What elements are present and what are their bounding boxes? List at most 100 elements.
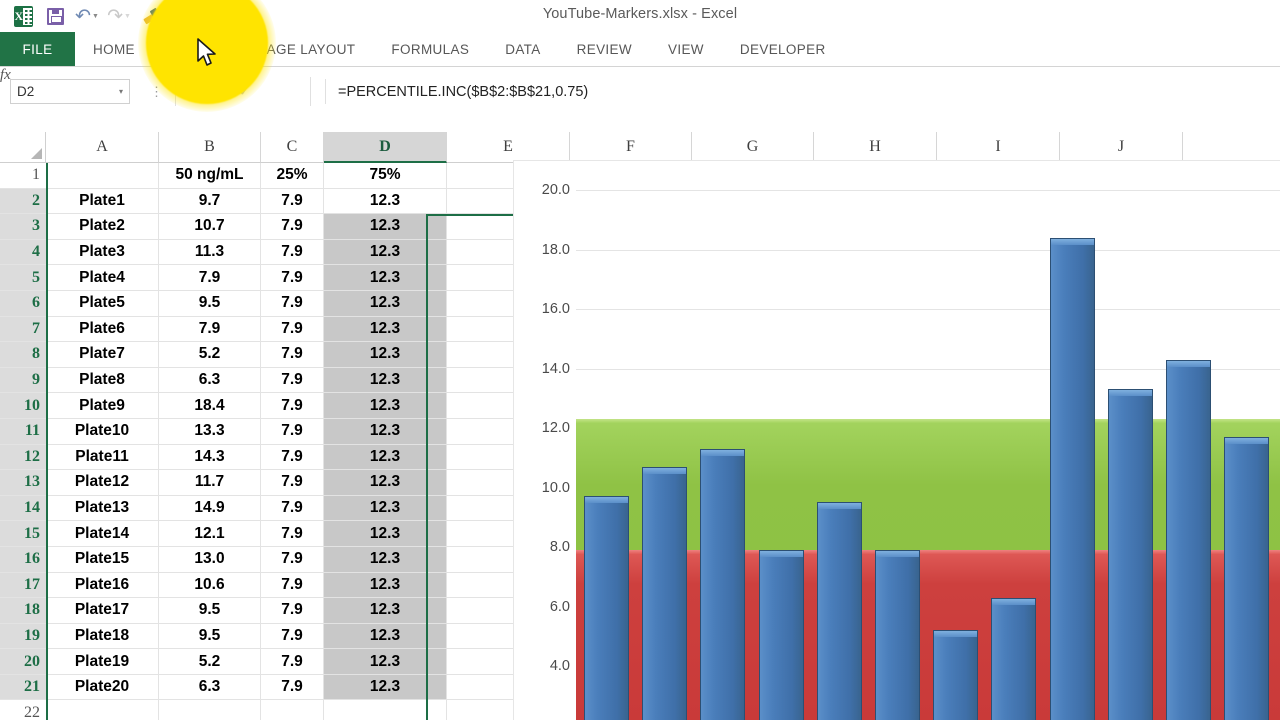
cell-C11[interactable]: 7.9 (261, 418, 324, 445)
cell-B22[interactable] (159, 700, 261, 720)
column-header-e[interactable]: E (447, 132, 570, 163)
cell-B1[interactable]: 50 ng/mL (159, 163, 261, 189)
column-header-c[interactable]: C (261, 132, 324, 163)
cell-B11[interactable]: 13.3 (159, 418, 261, 445)
cell-A11[interactable]: Plate10 (46, 418, 159, 445)
cell-A13[interactable]: Plate12 (46, 470, 159, 496)
chart-bar[interactable] (1049, 237, 1095, 720)
cell-A9[interactable]: Plate8 (46, 367, 159, 394)
cancel-formula-icon[interactable]: ✕ (190, 81, 204, 101)
cell-A2[interactable]: Plate1 (46, 188, 159, 215)
cell-D13[interactable]: 12.3 (324, 470, 447, 496)
column-header-h[interactable]: H (814, 132, 937, 163)
chart-bar[interactable] (642, 466, 688, 720)
cell-C12[interactable]: 7.9 (261, 444, 324, 471)
column-header-b[interactable]: B (159, 132, 261, 163)
cell-B7[interactable]: 7.9 (159, 316, 261, 343)
cell-B18[interactable]: 9.5 (159, 598, 261, 624)
column-header-a[interactable]: A (46, 132, 159, 163)
cell-C13[interactable]: 7.9 (261, 470, 324, 496)
chart-bar[interactable] (584, 496, 629, 720)
cell-C17[interactable]: 7.9 (261, 572, 324, 599)
cell-C14[interactable]: 7.9 (261, 495, 324, 522)
cell-A18[interactable]: Plate17 (46, 598, 159, 624)
row-header-1[interactable]: 1 (0, 163, 46, 189)
tab-developer[interactable]: DEVELOPER (722, 32, 844, 66)
cell-D9[interactable]: 12.3 (324, 367, 447, 394)
cell-A15[interactable]: Plate14 (46, 521, 159, 547)
cell-B9[interactable]: 6.3 (159, 367, 261, 394)
row-header-9[interactable]: 9 (0, 367, 46, 394)
cell-D8[interactable]: 12.3 (324, 342, 447, 368)
cell-B12[interactable]: 14.3 (159, 444, 261, 471)
cell-B8[interactable]: 5.2 (159, 342, 261, 368)
chart-bar[interactable] (1166, 359, 1211, 720)
cell-C7[interactable]: 7.9 (261, 316, 324, 343)
cell-B6[interactable]: 9.5 (159, 290, 261, 317)
row-header-5[interactable]: 5 (0, 265, 46, 291)
cell-A6[interactable]: Plate5 (46, 290, 159, 317)
chart-bar[interactable] (1224, 436, 1270, 720)
cell-A3[interactable]: Plate2 (46, 214, 159, 240)
cell-B13[interactable]: 11.7 (159, 470, 261, 496)
row-header-19[interactable]: 19 (0, 623, 46, 650)
row-header-7[interactable]: 7 (0, 316, 46, 343)
row-header-16[interactable]: 16 (0, 546, 46, 573)
cell-C3[interactable]: 7.9 (261, 214, 324, 240)
tab-data[interactable]: DATA (487, 32, 558, 66)
row-header-22[interactable]: 22 (0, 700, 46, 720)
row-header-17[interactable]: 17 (0, 572, 46, 599)
chevron-down-icon[interactable]: ▾ (119, 87, 123, 96)
cell-A4[interactable]: Plate3 (46, 239, 159, 266)
cell-C16[interactable]: 7.9 (261, 546, 324, 573)
row-header-8[interactable]: 8 (0, 342, 46, 368)
cell-D7[interactable]: 12.3 (324, 316, 447, 343)
cell-D19[interactable]: 12.3 (324, 623, 447, 650)
cell-C10[interactable]: 7.9 (261, 393, 324, 419)
cell-D16[interactable]: 12.3 (324, 546, 447, 573)
row-header-15[interactable]: 15 (0, 521, 46, 547)
cell-A19[interactable]: Plate18 (46, 623, 159, 650)
cell-A7[interactable]: Plate6 (46, 316, 159, 343)
cell-A10[interactable]: Plate9 (46, 393, 159, 419)
chart-bar[interactable] (758, 549, 804, 720)
column-header-d[interactable]: D (324, 132, 447, 163)
cell-D6[interactable]: 12.3 (324, 290, 447, 317)
cell-D20[interactable]: 12.3 (324, 649, 447, 675)
cell-D5[interactable]: 12.3 (324, 265, 447, 291)
chart-bar[interactable] (875, 549, 920, 720)
cell-C5[interactable]: 7.9 (261, 265, 324, 291)
cell-A14[interactable]: Plate13 (46, 495, 159, 522)
tab-page-layout[interactable]: PAGE LAYOUT (240, 32, 373, 66)
cell-A16[interactable]: Plate15 (46, 546, 159, 573)
cell-C15[interactable]: 7.9 (261, 521, 324, 547)
cell-D17[interactable]: 12.3 (324, 572, 447, 599)
cell-D15[interactable]: 12.3 (324, 521, 447, 547)
cell-B4[interactable]: 11.3 (159, 239, 261, 266)
formula-input[interactable]: =PERCENTILE.INC($B$2:$B$21,0.75) (325, 79, 1270, 104)
cell-A17[interactable]: Plate16 (46, 572, 159, 599)
cell-D3[interactable]: 12.3 (324, 214, 447, 240)
formula-bar-more-icon[interactable]: ⋮ (150, 84, 164, 100)
cell-B5[interactable]: 7.9 (159, 265, 261, 291)
cell-D14[interactable]: 12.3 (324, 495, 447, 522)
cell-D18[interactable]: 12.3 (324, 598, 447, 624)
column-header-f[interactable]: F (570, 132, 692, 163)
row-header-14[interactable]: 14 (0, 495, 46, 522)
cell-D10[interactable]: 12.3 (324, 393, 447, 419)
cell-D11[interactable]: 12.3 (324, 418, 447, 445)
chart-bar[interactable] (991, 597, 1037, 720)
cell-B19[interactable]: 9.5 (159, 623, 261, 650)
row-header-2[interactable]: 2 (0, 188, 46, 215)
column-header-g[interactable]: G (692, 132, 814, 163)
row-header-6[interactable]: 6 (0, 290, 46, 317)
cell-D21[interactable]: 12.3 (324, 674, 447, 701)
chart-bar[interactable] (1107, 389, 1153, 720)
cell-A20[interactable]: Plate19 (46, 649, 159, 675)
row-header-4[interactable]: 4 (0, 239, 46, 266)
row-header-21[interactable]: 21 (0, 674, 46, 701)
cell-B15[interactable]: 12.1 (159, 521, 261, 547)
cell-B3[interactable]: 10.7 (159, 214, 261, 240)
chart-bar[interactable] (700, 448, 746, 720)
cell-B2[interactable]: 9.7 (159, 188, 261, 215)
